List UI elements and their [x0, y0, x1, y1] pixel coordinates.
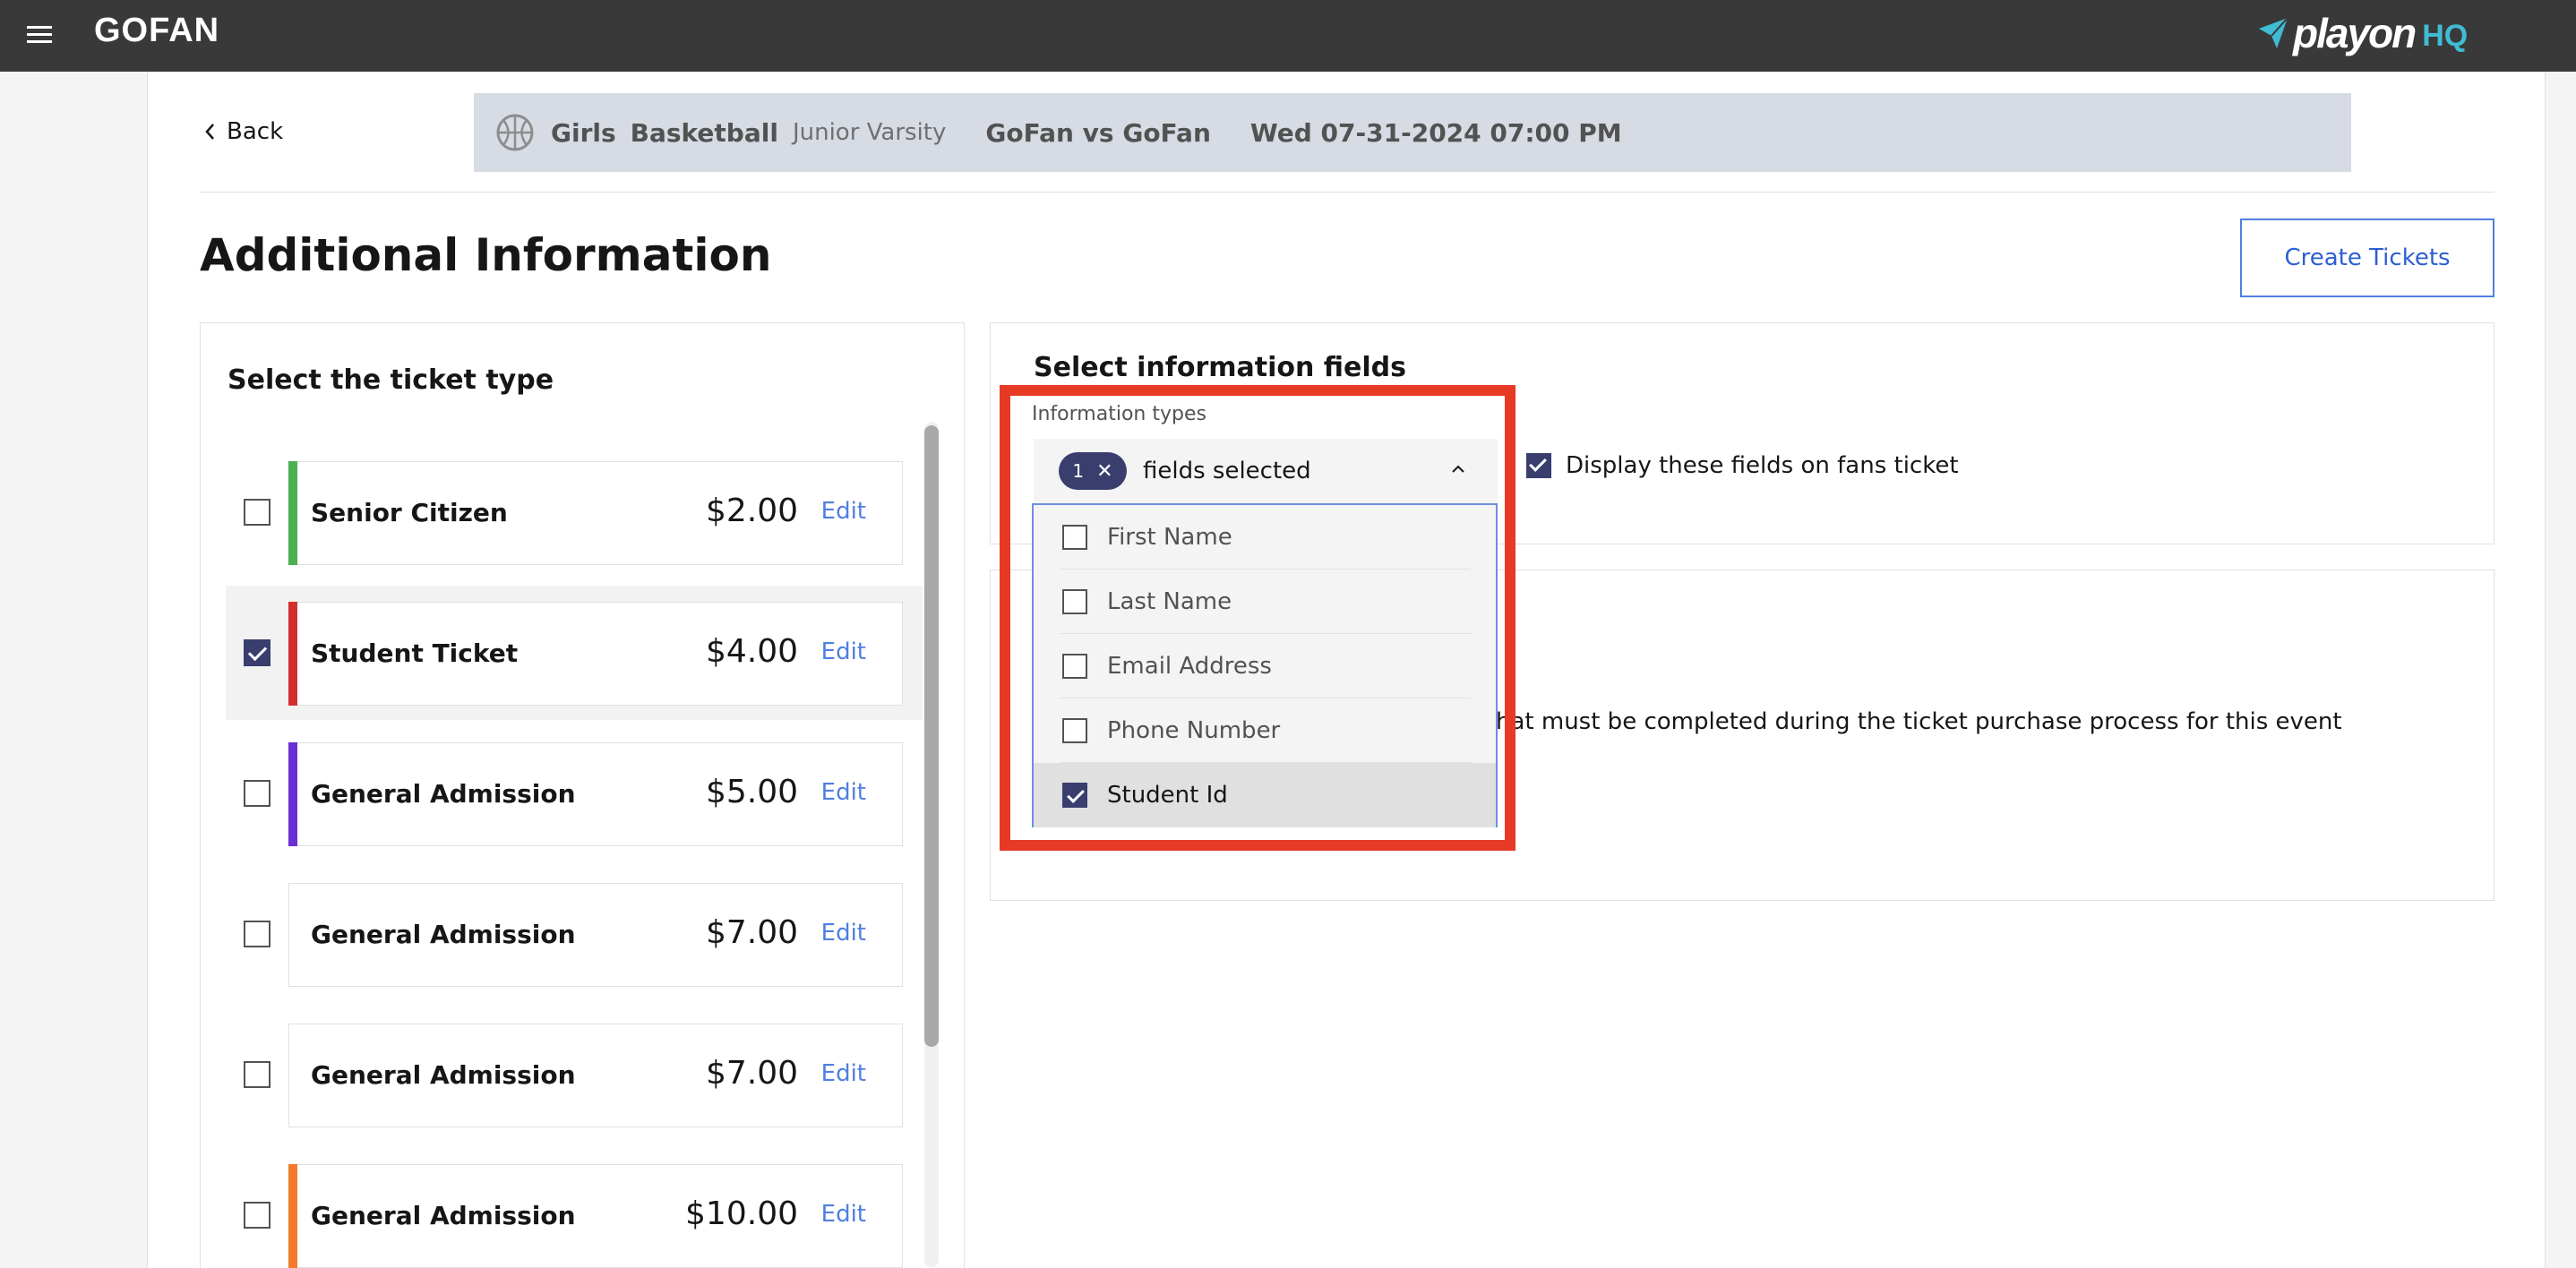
ticket-edit-link[interactable]: Edit [821, 498, 866, 525]
selected-count-tag: 1 ✕ [1059, 452, 1127, 490]
ticket-row[interactable]: General Admission $5.00 Edit [226, 726, 923, 861]
ticket-row[interactable]: General Admission $7.00 Edit [226, 867, 923, 1001]
option-checkbox[interactable] [1062, 783, 1087, 808]
selected-count: 1 [1072, 460, 1085, 482]
ticket-edit-link[interactable]: Edit [821, 779, 866, 806]
option-label: First Name [1107, 524, 1232, 551]
option-label: Phone Number [1107, 717, 1281, 744]
ticket-checkbox[interactable] [244, 921, 270, 947]
ticket-edit-link[interactable]: Edit [821, 1060, 866, 1087]
option-checkbox[interactable] [1062, 654, 1087, 679]
hamburger-icon[interactable] [27, 21, 54, 50]
ticket-name: General Admission [311, 920, 576, 949]
event-level: Junior Varsity [792, 119, 947, 146]
scrollbar-thumb[interactable] [924, 425, 939, 1047]
information-type-option[interactable]: Student Id [1034, 763, 1496, 827]
option-checkbox[interactable] [1062, 525, 1087, 550]
ticket-edit-link[interactable]: Edit [821, 1201, 866, 1228]
ticket-checkbox[interactable] [244, 780, 270, 807]
clear-selection-icon[interactable]: ✕ [1096, 460, 1112, 483]
ticket-checkbox[interactable] [244, 499, 270, 526]
ticket-name: General Admission [311, 1060, 576, 1090]
event-summary-bar: Girls Basketball Junior Varsity GoFan vs… [474, 93, 2351, 172]
ticket-price: $4.00 [705, 633, 798, 670]
back-label: Back [227, 118, 284, 145]
ticket-edit-link[interactable]: Edit [821, 920, 866, 947]
option-label: Last Name [1107, 588, 1232, 615]
information-type-option[interactable]: Last Name [1034, 570, 1496, 634]
option-label: Student Id [1107, 782, 1228, 809]
ticket-name: General Admission [311, 1201, 576, 1230]
ticket-price: $7.00 [705, 914, 798, 951]
gofan-brand[interactable]: GOFAN [94, 12, 219, 50]
ticket-row[interactable]: General Admission $7.00 Edit [226, 1007, 923, 1142]
ticket-row[interactable]: General Admission $10.00 Edit [226, 1148, 923, 1268]
playon-hq-logo: playon HQ [2257, 5, 2468, 61]
information-fields-heading: Select information fields [1034, 352, 1406, 383]
basketball-icon [496, 114, 534, 151]
information-description: s that must be completed during the tick… [1467, 708, 2342, 735]
ticket-card: General Admission $7.00 Edit [288, 883, 903, 987]
event-datetime: Wed 07-31-2024 07:00 PM [1249, 117, 1622, 148]
ticket-checkbox[interactable] [244, 1061, 270, 1088]
event-sport: Basketball [630, 117, 778, 148]
ticket-price: $10.00 [685, 1195, 798, 1232]
ticket-name: Senior Citizen [311, 498, 508, 527]
ticket-name: Student Ticket [311, 638, 519, 668]
top-nav-bar: GOFAN playon HQ [0, 0, 2576, 72]
create-tickets-button[interactable]: Create Tickets [2240, 218, 2494, 297]
ticket-list-scrollbar[interactable] [924, 422, 939, 1267]
ticket-accent [288, 742, 297, 846]
ticket-row[interactable]: Student Ticket $4.00 Edit [226, 586, 923, 720]
ticket-accent [288, 1164, 297, 1268]
logo-suffix: HQ [2422, 18, 2469, 53]
ticket-card: Student Ticket $4.00 Edit [288, 602, 903, 706]
option-checkbox[interactable] [1062, 718, 1087, 743]
ticket-price: $2.00 [705, 493, 798, 529]
display-checkbox-label: Display these fields on fans ticket [1566, 452, 1959, 479]
information-types-dropdown[interactable]: 1 ✕ fields selected [1034, 439, 1498, 503]
paper-plane-icon [2259, 17, 2288, 48]
ticket-checkbox[interactable] [244, 1202, 270, 1229]
information-type-option[interactable]: First Name [1034, 505, 1496, 570]
ticket-name: General Admission [311, 779, 576, 809]
ticket-row[interactable]: Senior Citizen $2.00 Edit [226, 445, 923, 579]
information-types-menu: First Name Last Name Email Address Phone Nu… [1032, 503, 1498, 827]
display-on-ticket-checkbox[interactable]: Display these fields on fans ticket [1526, 452, 1959, 479]
option-label: Email Address [1107, 653, 1272, 680]
ticket-price: $5.00 [705, 774, 798, 810]
header-divider [200, 192, 2494, 193]
page-title: Additional Information [200, 229, 772, 281]
ticket-accent [288, 461, 297, 565]
ticket-card: Senior Citizen $2.00 Edit [288, 461, 903, 565]
event-matchup: GoFan vs GoFan [985, 117, 1211, 148]
information-types-label: Information types [1032, 403, 1206, 425]
ticket-type-heading: Select the ticket type [228, 364, 554, 396]
option-checkbox[interactable] [1062, 589, 1087, 614]
ticket-price: $7.00 [705, 1055, 798, 1092]
ticket-accent [288, 602, 297, 706]
information-type-option[interactable]: Email Address [1034, 634, 1496, 698]
ticket-card: General Admission $7.00 Edit [288, 1024, 903, 1127]
back-link[interactable]: Back [203, 118, 283, 145]
ticket-card: General Admission $5.00 Edit [288, 742, 903, 846]
information-type-option[interactable]: Phone Number [1034, 698, 1496, 763]
ticket-checkbox[interactable] [244, 639, 270, 666]
ticket-card: General Admission $10.00 Edit [288, 1164, 903, 1268]
event-gender: Girls [551, 117, 616, 148]
chevron-left-icon [205, 124, 214, 140]
selected-text: fields selected [1143, 458, 1311, 484]
ticket-edit-link[interactable]: Edit [821, 638, 866, 665]
display-checkbox-box[interactable] [1526, 453, 1551, 478]
chevron-up-icon[interactable] [1451, 462, 1465, 476]
ticket-type-panel: Select the ticket type Senior Citizen $2.… [200, 322, 965, 1268]
logo-wordmark: playon [2293, 10, 2417, 56]
